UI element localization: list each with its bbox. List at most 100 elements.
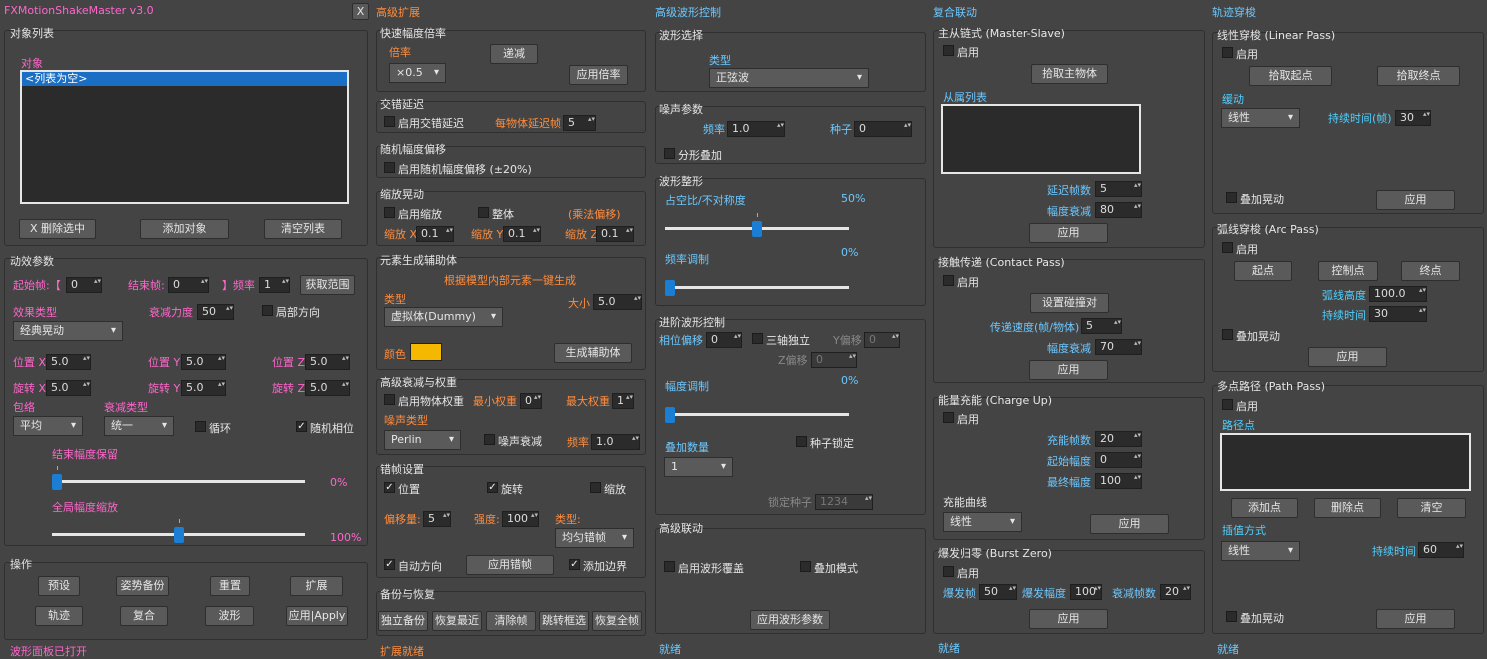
- noise-type-dropdown[interactable]: Perlin: [384, 430, 461, 450]
- ap-stack-checkbox[interactable]: [1222, 329, 1233, 340]
- burst-frame-input[interactable]: 50: [979, 584, 1017, 600]
- decay-frames-input[interactable]: 20: [1160, 584, 1191, 600]
- wave-type-dropdown[interactable]: 正弦波: [709, 68, 869, 88]
- duty-slider-thumb[interactable]: [752, 221, 762, 237]
- bz-apply-button[interactable]: 应用: [1029, 609, 1108, 629]
- rot-z-input[interactable]: 5.0: [305, 380, 350, 396]
- start-amp-input[interactable]: 0: [1095, 452, 1142, 468]
- frequency-input[interactable]: 1: [259, 277, 290, 293]
- offset-type-dropdown[interactable]: 均匀错帧: [555, 528, 634, 548]
- rot-y-input[interactable]: 5.0: [181, 380, 226, 396]
- helper-color-swatch[interactable]: [410, 343, 442, 361]
- scale-z-input[interactable]: 0.1: [596, 226, 634, 242]
- scale-enable-checkbox[interactable]: [384, 207, 395, 218]
- z-offset-input[interactable]: 0: [811, 352, 857, 368]
- delete-selected-button[interactable]: X 删除选中: [19, 219, 96, 239]
- effect-type-dropdown[interactable]: 经典晃动: [13, 321, 123, 341]
- decay-type-dropdown[interactable]: 统一: [104, 416, 174, 436]
- preset-button[interactable]: 预设: [38, 576, 80, 596]
- reset-button[interactable]: 重置: [210, 576, 250, 596]
- set-collision-button[interactable]: 设置碰撞对: [1030, 293, 1109, 313]
- ms-apply-button[interactable]: 应用: [1029, 223, 1108, 243]
- auto-direction-checkbox[interactable]: ✓: [384, 559, 395, 570]
- max-weight-input[interactable]: 1: [612, 393, 634, 409]
- ease-dropdown[interactable]: 线性: [1221, 108, 1300, 128]
- lock-seed-input[interactable]: 1234: [815, 494, 873, 510]
- loop-checkbox[interactable]: [195, 421, 206, 432]
- offset-rot-checkbox[interactable]: ✓: [487, 482, 498, 493]
- rot-x-input[interactable]: 5.0: [46, 380, 91, 396]
- interp-dropdown[interactable]: 线性: [1221, 541, 1300, 561]
- random-phase-checkbox[interactable]: ✓: [296, 421, 307, 432]
- mult-dropdown[interactable]: ×0.5: [389, 63, 446, 83]
- offset-amount-input[interactable]: 5: [423, 511, 451, 527]
- cu-enable-checkbox[interactable]: [943, 412, 954, 423]
- final-amp-input[interactable]: 100: [1095, 473, 1142, 489]
- track-button[interactable]: 轨迹: [35, 606, 83, 626]
- clear-points-button[interactable]: 清空: [1397, 498, 1466, 518]
- amp-mod-slider-thumb[interactable]: [665, 407, 675, 423]
- pos-x-input[interactable]: 5.0: [46, 354, 91, 370]
- whole-checkbox[interactable]: [478, 207, 489, 218]
- lp-enable-checkbox[interactable]: [1222, 47, 1233, 58]
- wave-override-checkbox[interactable]: [664, 561, 675, 572]
- charge-curve-dropdown[interactable]: 线性: [943, 512, 1022, 532]
- pick-master-button[interactable]: 拾取主物体: [1031, 64, 1108, 84]
- offset-pos-checkbox[interactable]: ✓: [384, 482, 395, 493]
- noise-freq-input[interactable]: 1.0: [591, 434, 640, 450]
- restore-all-button[interactable]: 恢复全帧: [592, 611, 642, 631]
- fm-slider-thumb[interactable]: [665, 280, 675, 296]
- helper-size-input[interactable]: 5.0: [593, 294, 642, 310]
- path-points-list[interactable]: [1220, 433, 1471, 491]
- y-offset-input[interactable]: 0: [864, 332, 900, 348]
- stagger-checkbox[interactable]: [384, 116, 395, 127]
- restore-recent-button[interactable]: 恢复最近: [432, 611, 482, 631]
- arc-end-button[interactable]: 终点: [1401, 261, 1460, 281]
- decrease-button[interactable]: 递减: [490, 44, 538, 64]
- duration-input[interactable]: 30: [1395, 110, 1431, 126]
- cp-enable-checkbox[interactable]: [943, 275, 954, 286]
- ap-enable-checkbox[interactable]: [1222, 242, 1233, 253]
- cp-apply-button[interactable]: 应用: [1029, 360, 1108, 380]
- delete-point-button[interactable]: 删除点: [1314, 498, 1381, 518]
- wave-seed-input[interactable]: 0: [854, 121, 912, 137]
- ap-apply-button[interactable]: 应用: [1308, 347, 1387, 367]
- global-scale-slider-thumb[interactable]: [173, 527, 184, 543]
- offset-scale-checkbox[interactable]: [590, 482, 601, 493]
- pos-y-input[interactable]: 5.0: [181, 354, 226, 370]
- per-obj-delay-input[interactable]: 5: [563, 115, 596, 131]
- add-border-checkbox[interactable]: ✓: [569, 559, 580, 570]
- clear-list-button[interactable]: 清空列表: [264, 219, 342, 239]
- bz-enable-checkbox[interactable]: [943, 566, 954, 577]
- burst-amp-input[interactable]: 100: [1070, 584, 1102, 600]
- envelope-dropdown[interactable]: 平均: [13, 416, 83, 436]
- jump-select-button[interactable]: 跳转框选: [539, 611, 589, 631]
- decay-strength-input[interactable]: 50: [197, 304, 234, 320]
- pp-apply-button[interactable]: 应用: [1376, 609, 1455, 629]
- triaxis-checkbox[interactable]: [752, 333, 763, 344]
- close-button[interactable]: X: [352, 3, 369, 20]
- scale-x-input[interactable]: 0.1: [416, 226, 454, 242]
- add-point-button[interactable]: 添加点: [1231, 498, 1298, 518]
- end-keep-slider-thumb[interactable]: [52, 474, 62, 490]
- apply-wave-button[interactable]: 应用波形参数: [750, 610, 830, 630]
- pass-speed-input[interactable]: 5: [1081, 318, 1122, 334]
- scale-y-input[interactable]: 0.1: [503, 226, 541, 242]
- pick-start-button[interactable]: 拾取起点: [1249, 66, 1332, 86]
- object-list[interactable]: <列表为空>: [20, 70, 349, 204]
- pp-duration-input[interactable]: 60: [1418, 542, 1464, 558]
- fractal-checkbox[interactable]: [664, 148, 675, 159]
- apply-mult-button[interactable]: 应用倍率: [569, 65, 628, 85]
- local-direction-checkbox[interactable]: [262, 305, 273, 316]
- independent-backup-button[interactable]: 独立备份: [378, 611, 428, 631]
- start-frame-input[interactable]: 0: [66, 277, 102, 293]
- arc-height-input[interactable]: 100.0: [1369, 286, 1427, 302]
- pose-backup-button[interactable]: 姿势备份: [116, 576, 169, 596]
- stack-count-dropdown[interactable]: 1: [664, 457, 733, 477]
- pp-enable-checkbox[interactable]: [1222, 399, 1233, 410]
- helper-type-dropdown[interactable]: 虚拟体(Dummy): [384, 307, 503, 327]
- list-item[interactable]: <列表为空>: [22, 72, 347, 86]
- strength-input[interactable]: 100: [502, 511, 539, 527]
- phase-input[interactable]: 0: [706, 332, 742, 348]
- pos-z-input[interactable]: 5.0: [305, 354, 350, 370]
